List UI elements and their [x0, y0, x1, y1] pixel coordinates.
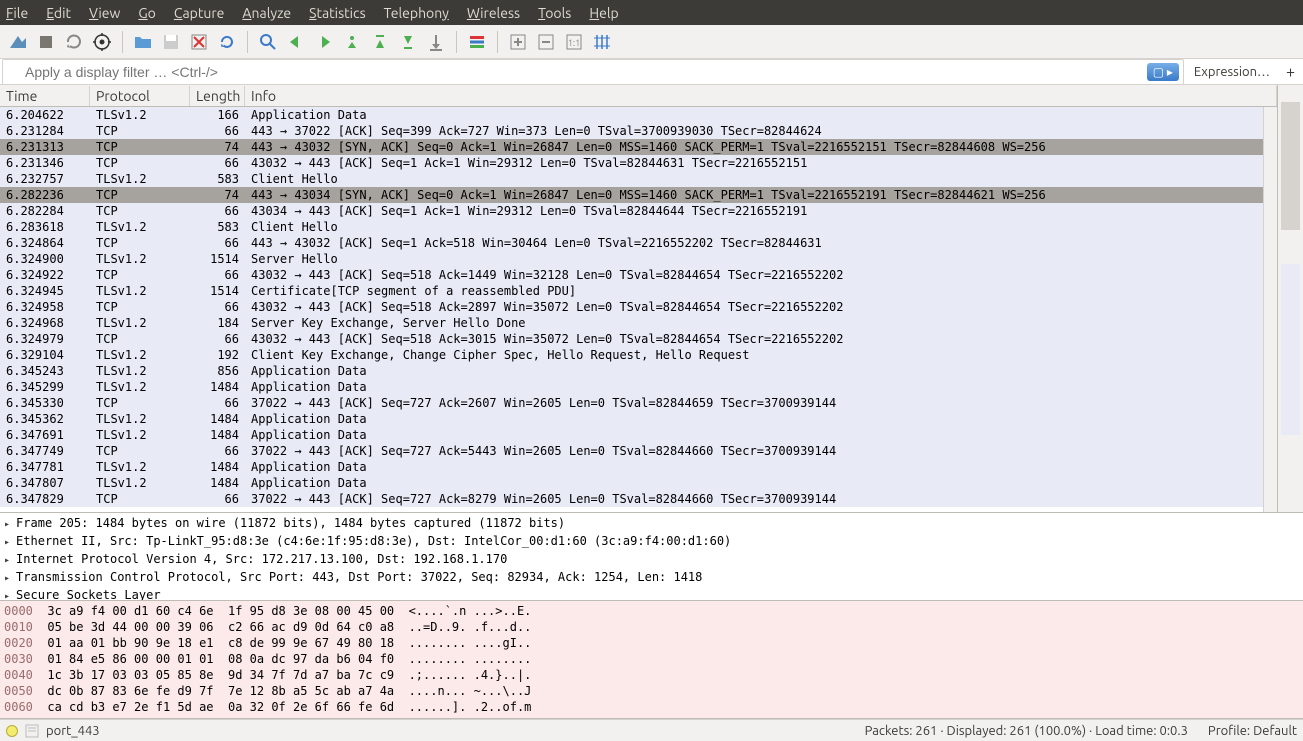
col-length[interactable]: Length [190, 86, 245, 106]
col-time[interactable]: Time [0, 86, 90, 106]
hex-line[interactable]: 0010 05 be 3d 44 00 00 39 06 c2 66 ac d9… [4, 619, 1299, 635]
packet-list-pane: Time Protocol Length Info 6.204622TLSv1.… [0, 85, 1277, 512]
save-file-icon[interactable] [159, 30, 183, 54]
close-file-icon[interactable] [187, 30, 211, 54]
packet-list-header: Time Protocol Length Info [0, 85, 1277, 107]
reload-icon[interactable] [215, 30, 239, 54]
packet-row[interactable]: 6.204622TLSv1.2166Application Data [0, 107, 1263, 123]
packet-row[interactable]: 6.324900TLSv1.21514Server Hello [0, 251, 1263, 267]
packet-row[interactable]: 6.345243TLSv1.2856Application Data [0, 363, 1263, 379]
packet-row[interactable]: 6.324922TCP6643032 → 443 [ACK] Seq=518 A… [0, 267, 1263, 283]
packet-row[interactable]: 6.329104TLSv1.2192Client Key Exchange, C… [0, 347, 1263, 363]
hex-line[interactable]: 0020 01 aa 01 bb 90 9e 18 e1 c8 de 99 9e… [4, 635, 1299, 651]
hex-line[interactable]: 0030 01 84 e5 86 00 00 01 01 08 0a dc 97… [4, 651, 1299, 667]
packet-row[interactable]: 6.345299TLSv1.21484Application Data [0, 379, 1263, 395]
packet-list[interactable]: 6.204622TLSv1.2166Application Data6.2312… [0, 107, 1263, 512]
detail-line[interactable]: Internet Protocol Version 4, Src: 172.21… [4, 551, 1299, 569]
capture-options-icon[interactable] [90, 30, 114, 54]
notes-icon[interactable] [24, 723, 40, 739]
autoscroll-icon[interactable] [424, 30, 448, 54]
stop-capture-icon[interactable] [34, 30, 58, 54]
zoom-reset-icon[interactable]: 1:1 [562, 30, 586, 54]
menu-go[interactable]: Go [138, 5, 156, 21]
menu-telephony[interactable]: Telephony [384, 5, 449, 21]
svg-text:1:1: 1:1 [568, 38, 580, 48]
menu-file[interactable]: File [6, 5, 28, 21]
toolbar: 1:1 [0, 25, 1303, 59]
detail-line[interactable]: Ethernet II, Src: Tp-LinkT_95:d8:3e (c4:… [4, 533, 1299, 551]
go-forward-icon[interactable] [312, 30, 336, 54]
profile-label[interactable]: Profile: Default [1208, 724, 1297, 738]
col-info[interactable]: Info [245, 86, 1277, 106]
packet-row[interactable]: 6.324958TCP6643032 → 443 [ACK] Seq=518 A… [0, 299, 1263, 315]
goto-last-icon[interactable] [396, 30, 420, 54]
packet-row[interactable]: 6.231346TCP6643032 → 443 [ACK] Seq=1 Ack… [0, 155, 1263, 171]
menu-view[interactable]: View [89, 5, 120, 21]
expert-info-indicator[interactable] [6, 725, 18, 737]
menu-edit[interactable]: Edit [46, 5, 71, 21]
menubar: File Edit View Go Capture Analyze Statis… [0, 0, 1303, 25]
packet-row[interactable]: 6.283618TLSv1.2583Client Hello [0, 219, 1263, 235]
hex-line[interactable]: 0050 dc 0b 87 83 6e fe d9 7f 7e 12 8b a5… [4, 683, 1299, 699]
packet-row[interactable]: 6.347829TCP6637022 → 443 [ACK] Seq=727 A… [0, 491, 1263, 507]
menu-help[interactable]: Help [589, 5, 618, 21]
hex-line[interactable]: 0060 ca cd b3 e7 2e f1 5d ae 0a 32 0f 2e… [4, 699, 1299, 715]
expression-link[interactable]: Expression… [1186, 65, 1278, 79]
col-protocol[interactable]: Protocol [90, 86, 190, 106]
zoom-out-icon[interactable] [534, 30, 558, 54]
main-area: Time Protocol Length Info 6.204622TLSv1.… [0, 85, 1303, 513]
packet-row[interactable]: 6.324864TCP66443 → 43032 [ACK] Seq=1 Ack… [0, 235, 1263, 251]
detail-line[interactable]: Secure Sockets Layer [4, 587, 1299, 601]
goto-first-icon[interactable] [368, 30, 392, 54]
add-filter-button[interactable]: + [1278, 63, 1303, 81]
packet-row[interactable]: 6.324979TCP6643032 → 443 [ACK] Seq=518 A… [0, 331, 1263, 347]
display-filter-input[interactable] [3, 60, 1147, 84]
detail-line[interactable]: Frame 205: 1484 bytes on wire (11872 bit… [4, 515, 1299, 533]
menu-tools[interactable]: Tools [538, 5, 571, 21]
menu-capture[interactable]: Capture [174, 5, 225, 21]
go-back-icon[interactable] [284, 30, 308, 54]
restart-capture-icon[interactable] [62, 30, 86, 54]
packet-row[interactable]: 6.324968TLSv1.2184Server Key Exchange, S… [0, 315, 1263, 331]
packet-row[interactable]: 6.282284TCP6643034 → 443 [ACK] Seq=1 Ack… [0, 203, 1263, 219]
packet-row[interactable]: 6.231284TCP66443 → 37022 [ACK] Seq=399 A… [0, 123, 1263, 139]
filter-apply-button[interactable]: ▢ ▸ [1147, 63, 1179, 81]
packet-row[interactable]: 6.345330TCP6637022 → 443 [ACK] Seq=727 A… [0, 395, 1263, 411]
packet-row[interactable]: 6.347691TLSv1.21484Application Data [0, 427, 1263, 443]
open-file-icon[interactable] [131, 30, 155, 54]
find-icon[interactable] [256, 30, 280, 54]
packet-scrollbar[interactable] [1263, 107, 1277, 512]
packet-details-pane[interactable]: Frame 205: 1484 bytes on wire (11872 bit… [0, 513, 1303, 601]
packet-row[interactable]: 6.347807TLSv1.21484Application Data [0, 475, 1263, 491]
packet-row[interactable]: 6.345362TLSv1.21484Application Data [0, 411, 1263, 427]
start-capture-icon[interactable] [6, 30, 30, 54]
packet-count-label: Packets: 261 · Displayed: 261 (100.0%) ·… [865, 724, 1188, 738]
packet-bytes-pane[interactable]: 0000 3c a9 f4 00 d1 60 c4 6e 1f 95 d8 3e… [0, 601, 1303, 719]
menu-wireless[interactable]: Wireless [467, 5, 520, 21]
zoom-in-icon[interactable] [506, 30, 530, 54]
packet-row[interactable]: 6.232757TLSv1.2583Client Hello [0, 171, 1263, 187]
minimap[interactable] [1277, 85, 1303, 512]
packet-row[interactable]: 6.324945TLSv1.21514Certificate[TCP segme… [0, 283, 1263, 299]
hex-line[interactable]: 0000 3c a9 f4 00 d1 60 c4 6e 1f 95 d8 3e… [4, 603, 1299, 619]
packet-row[interactable]: 6.231313TCP74443 → 43032 [SYN, ACK] Seq=… [0, 139, 1263, 155]
filter-bar: ▢ ▸ Expression… + [0, 59, 1303, 85]
goto-packet-icon[interactable] [340, 30, 364, 54]
detail-line[interactable]: Transmission Control Protocol, Src Port:… [4, 569, 1299, 587]
status-bar: port_443 Packets: 261 · Displayed: 261 (… [0, 719, 1303, 741]
menu-statistics[interactable]: Statistics [309, 5, 365, 21]
colorize-icon[interactable] [465, 30, 489, 54]
capture-file-label: port_443 [46, 724, 100, 738]
packet-row[interactable]: 6.282236TCP74443 → 43034 [SYN, ACK] Seq=… [0, 187, 1263, 203]
menu-analyze[interactable]: Analyze [242, 5, 291, 21]
packet-row[interactable]: 6.347781TLSv1.21484Application Data [0, 459, 1263, 475]
resize-columns-icon[interactable] [590, 30, 614, 54]
hex-line[interactable]: 0040 1c 3b 17 03 03 05 85 8e 9d 34 7f 7d… [4, 667, 1299, 683]
packet-row[interactable]: 6.347749TCP6637022 → 443 [ACK] Seq=727 A… [0, 443, 1263, 459]
